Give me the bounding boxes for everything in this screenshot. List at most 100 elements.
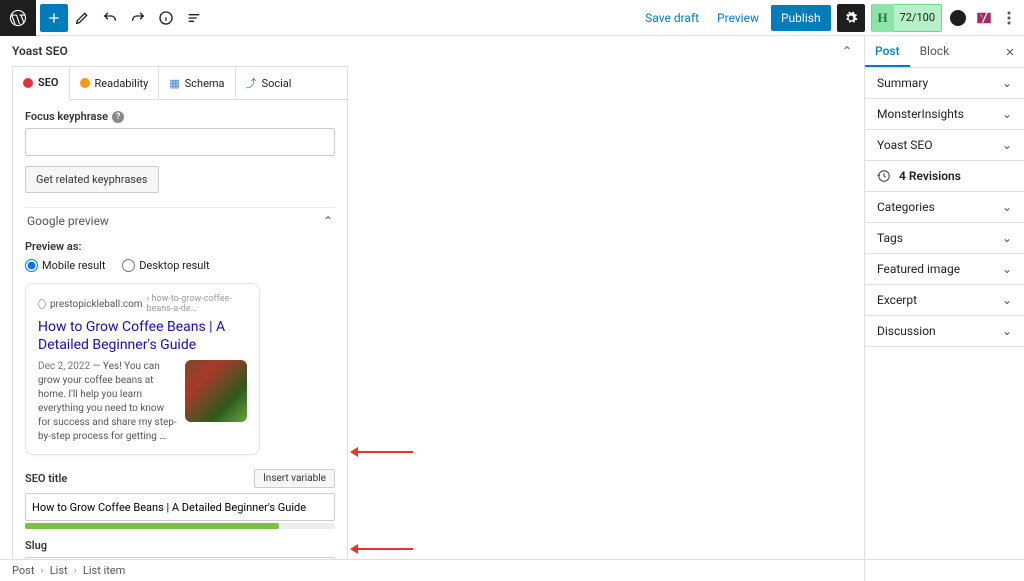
share-icon: ⤴ <box>246 75 257 91</box>
more-options-icon[interactable] <box>1000 4 1018 32</box>
annotation-arrow-icon <box>353 548 413 550</box>
preview-domain: prestopickleball.com <box>50 299 143 310</box>
yoast-tab-social[interactable]: ⤴ Social <box>236 67 302 99</box>
save-draft-button[interactable]: Save draft <box>639 7 705 29</box>
preview-thumbnail-image <box>185 360 247 422</box>
sidebar-tabs: Post Block <box>865 36 1024 68</box>
preview-title: How to Grow Coffee Beans | A Detailed Be… <box>38 319 247 354</box>
chevron-up-icon: ⌃ <box>842 44 852 58</box>
chevron-down-icon: ⌄ <box>1002 200 1012 214</box>
tab-label: Social <box>262 77 292 90</box>
publish-button[interactable]: Publish <box>771 5 831 31</box>
annotation-arrow-icon <box>353 451 413 453</box>
tab-post[interactable]: Post <box>865 36 910 67</box>
get-related-keyphrases-button[interactable]: Get related keyphrases <box>25 166 159 193</box>
panel-label: Summary <box>877 76 928 90</box>
redo-icon[interactable] <box>124 0 152 36</box>
yoast-title-text: Yoast SEO <box>12 44 68 58</box>
yoast-metabox-title[interactable]: Yoast SEO ⌃ <box>0 36 864 62</box>
preview-mode-radios: Mobile result Desktop result <box>25 259 335 275</box>
yoast-body: Focus keyphrase? Get related keyphrases … <box>13 100 347 559</box>
panel-excerpt[interactable]: Excerpt ⌄ <box>865 285 1024 316</box>
favicon-icon <box>38 299 46 309</box>
yoast-icon[interactable] <box>974 8 994 28</box>
google-mobile-preview: prestopickleball.com › how-to-grow-coffe… <box>25 283 260 455</box>
google-preview-toggle[interactable]: Google preview ⌃ <box>25 207 335 234</box>
chevron-down-icon: ⌄ <box>1002 76 1012 90</box>
breadcrumb-item[interactable]: List item <box>83 564 125 577</box>
revisions-icon <box>877 169 891 183</box>
seo-title-length-bar <box>25 523 335 529</box>
yoast-tab-readability[interactable]: Readability <box>70 67 160 99</box>
chevron-down-icon: ⌄ <box>1002 231 1012 245</box>
tab-label: SEO <box>38 76 59 89</box>
mobile-result-radio[interactable]: Mobile result <box>25 259 105 272</box>
outline-icon[interactable] <box>180 0 208 36</box>
chevron-down-icon: ⌄ <box>1002 138 1012 152</box>
tab-block[interactable]: Block <box>910 36 960 67</box>
panel-discussion[interactable]: Discussion ⌄ <box>865 316 1024 347</box>
tab-label: Schema <box>185 77 225 90</box>
preview-button[interactable]: Preview <box>711 7 765 29</box>
chevron-down-icon: ⌄ <box>1002 107 1012 121</box>
desktop-result-radio[interactable]: Desktop result <box>122 259 209 272</box>
block-breadcrumb: Post› List› List item <box>0 559 1024 581</box>
settings-gear-icon[interactable] <box>837 4 865 32</box>
panel-label: Excerpt <box>877 293 917 307</box>
seo-title-input[interactable] <box>25 493 335 521</box>
settings-sidebar: Post Block Summary ⌄ MonsterInsights ⌄ Yoa… <box>864 36 1024 581</box>
edit-mode-icon[interactable] <box>68 0 96 36</box>
slug-label: Slug <box>25 539 335 552</box>
focus-keyphrase-input[interactable] <box>25 128 335 156</box>
panel-summary[interactable]: Summary ⌄ <box>865 68 1024 99</box>
aioseo-score-icon[interactable] <box>948 8 968 28</box>
panel-tags[interactable]: Tags ⌄ <box>865 223 1024 254</box>
chevron-down-icon: ⌄ <box>1002 324 1012 338</box>
yoast-tab-seo[interactable]: SEO <box>13 67 70 100</box>
panel-yoast-seo[interactable]: Yoast SEO ⌄ <box>865 130 1024 161</box>
revisions-link[interactable]: 4 Revisions <box>865 161 1024 192</box>
panel-label: Discussion <box>877 324 936 338</box>
yoast-tabs: SEO Readability ▦ Schema ⤴ Social <box>13 67 347 100</box>
focus-keyphrase-label: Focus keyphrase? <box>25 110 335 123</box>
panel-label: MonsterInsights <box>877 107 964 121</box>
chevron-down-icon: ⌄ <box>1002 293 1012 307</box>
panel-label: Tags <box>877 231 903 245</box>
humanize-score-badge[interactable]: H 72/100 <box>871 4 942 32</box>
chevron-down-icon: ⌄ <box>1002 262 1012 276</box>
preview-as-label: Preview as: <box>25 240 335 253</box>
readability-score-dot-icon <box>80 78 90 88</box>
breadcrumb-item[interactable]: Post <box>12 564 34 577</box>
insert-variable-title-button[interactable]: Insert variable <box>254 469 335 488</box>
wordpress-logo-icon[interactable] <box>0 0 36 36</box>
close-sidebar-icon[interactable] <box>996 36 1024 67</box>
add-block-button[interactable] <box>40 4 68 32</box>
preview-desc-text: Yes! You can grow your coffee beans at h… <box>38 361 177 442</box>
help-icon[interactable]: ? <box>112 111 124 123</box>
preview-url: prestopickleball.com › how-to-grow-coffe… <box>38 294 247 314</box>
breadcrumb-sep-icon: › <box>74 564 77 577</box>
breadcrumb-item[interactable]: List <box>50 564 68 577</box>
chevron-up-icon: ⌃ <box>323 214 333 228</box>
yoast-metabox: SEO Readability ▦ Schema ⤴ Social Focus ke… <box>12 66 348 559</box>
schema-grid-icon: ▦ <box>169 77 179 90</box>
seo-score-dot-icon <box>23 78 33 88</box>
preview-date: Dec 2, 2022 <box>38 361 90 372</box>
panel-monsterinsights[interactable]: MonsterInsights ⌄ <box>865 99 1024 130</box>
panel-label: Categories <box>877 200 935 214</box>
revisions-label: 4 Revisions <box>899 169 961 183</box>
panel-featured-image[interactable]: Featured image ⌄ <box>865 254 1024 285</box>
yoast-tab-schema[interactable]: ▦ Schema <box>159 67 235 99</box>
undo-icon[interactable] <box>96 0 124 36</box>
panel-categories[interactable]: Categories ⌄ <box>865 192 1024 223</box>
panel-label: Featured image <box>877 262 960 276</box>
humanize-h-icon: H <box>872 4 894 32</box>
seo-title-label: SEO title <box>25 472 67 485</box>
info-icon[interactable] <box>152 0 180 36</box>
editor-main: Yoast SEO ⌃ SEO Readability ▦ Schema ⤴ Soc… <box>0 36 864 559</box>
tab-label: Readability <box>95 77 149 90</box>
preview-description: Dec 2, 2022 — Yes! You can grow your cof… <box>38 360 177 444</box>
topbar-right: Save draft Preview Publish H 72/100 <box>639 4 1024 32</box>
humanize-score-value: 72/100 <box>894 11 941 24</box>
panel-label: Yoast SEO <box>877 138 933 152</box>
